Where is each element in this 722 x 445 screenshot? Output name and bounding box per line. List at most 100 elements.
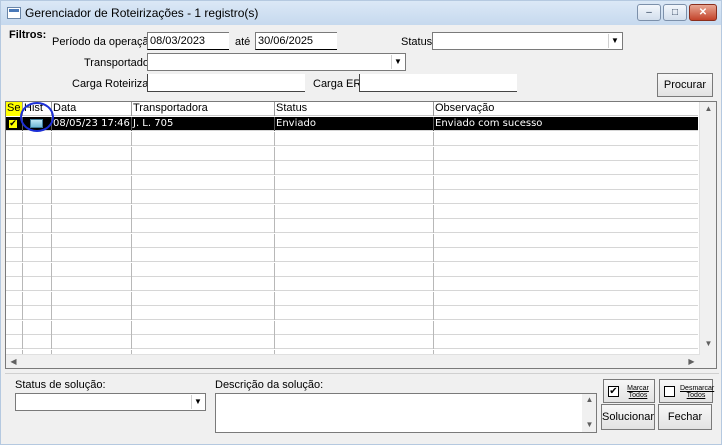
horizontal-scrollbar[interactable]: ◀ ▶ [6,354,700,368]
table-row[interactable] [6,277,698,291]
grid-cell [6,233,23,248]
status-solution-label: Status de solução: [15,379,106,391]
grid-cell [275,248,434,262]
vertical-scrollbar[interactable]: ▲ ▼ [699,102,716,368]
status-filter-label: Status: [401,36,436,48]
column-header-status[interactable]: Status [275,102,434,116]
date-cell: 08/05/23 17:46:00 [52,117,132,131]
deselect-all-toggle[interactable]: Desmarcar Todos [659,379,714,403]
table-row[interactable] [6,146,698,161]
grid-cell [52,146,132,161]
memo-scrollbar[interactable]: ▲ ▼ [582,394,596,432]
grid-cell [434,277,698,291]
grid-cell [434,219,698,233]
carrier-cell: J. L. 705 [132,117,275,131]
select-all-checkbox[interactable]: ✔ [608,386,619,397]
grid-cell [434,263,698,277]
column-header-data[interactable]: Data [52,102,132,116]
table-row[interactable] [6,291,698,306]
grid-cell [132,132,275,146]
carga-roteirizador-field[interactable] [147,74,305,92]
table-row[interactable] [6,175,698,190]
close-window-button[interactable]: ✕ [689,4,717,21]
grid-cell [132,277,275,291]
chevron-down-icon[interactable]: ▼ [191,395,204,409]
date-to-field[interactable]: 30/06/2025 [255,32,337,50]
grid-cell [6,306,23,320]
solve-button[interactable]: Solucionar [601,404,655,430]
select-cell[interactable]: ✔ [6,117,23,131]
grid-cell [6,335,23,349]
scroll-down-icon[interactable]: ▼ [701,339,716,348]
grid-cell [23,233,52,248]
grid-cell [434,234,698,248]
grid-cell [275,291,434,306]
chevron-down-icon[interactable]: ▼ [608,34,621,48]
grid-cell [52,204,132,219]
search-button[interactable]: Procurar [657,73,713,97]
table-row[interactable] [6,132,698,146]
grid-cell [6,248,23,262]
maximize-button[interactable]: □ [663,4,687,21]
grid-cell [23,161,52,175]
date-from-field[interactable]: 08/03/2023 [147,32,229,50]
grid-cell [275,306,434,320]
table-row[interactable]: ✔ 08/05/23 17:46:00 J. L. 705 Enviado En… [6,117,698,131]
table-row[interactable] [6,233,698,248]
grid-cell [275,262,434,277]
table-row[interactable] [6,190,698,204]
deselect-all-checkbox[interactable] [664,386,675,397]
grid-cell [6,175,23,190]
grid-cell [132,262,275,277]
scroll-down-icon[interactable]: ▼ [582,420,597,429]
chevron-down-icon[interactable]: ▼ [391,55,404,69]
status-solution-combo[interactable]: ▼ [15,393,206,411]
scroll-left-icon[interactable]: ◀ [6,357,21,366]
column-header-transportadora[interactable]: Transportadora [132,102,275,116]
table-row[interactable] [6,161,698,175]
scroll-right-icon[interactable]: ▶ [684,357,699,366]
table-row[interactable] [6,306,698,320]
carrier-combo[interactable]: ▼ [147,53,406,71]
grid-cell [434,306,698,320]
grid-cell [275,175,434,190]
column-header-hist[interactable]: Hist [23,102,52,116]
scroll-up-icon[interactable]: ▲ [701,104,716,113]
table-row[interactable] [6,204,698,219]
grid-cell [132,291,275,306]
grid-cell [23,146,52,161]
minimize-button[interactable]: – [637,4,661,21]
grid-cell [434,205,698,219]
grid-cell [434,292,698,306]
grid-cell [6,146,23,161]
grid-cell [52,291,132,306]
table-row[interactable] [6,320,698,335]
app-icon [7,7,21,19]
column-header-observacao[interactable]: Observação [434,102,698,116]
close-button[interactable]: Fechar [658,404,712,430]
hist-cell[interactable] [23,117,52,131]
table-row[interactable] [6,262,698,277]
grid-cell [434,248,698,262]
status-filter-combo[interactable]: ▼ [432,32,623,50]
table-row[interactable] [6,219,698,233]
ate-label: até [235,36,251,48]
carga-erp-field[interactable] [359,74,517,92]
grid-cell [434,190,698,204]
scroll-up-icon[interactable]: ▲ [582,395,597,404]
history-icon[interactable] [30,119,43,128]
grid-cell [52,219,132,233]
grid-cell [275,277,434,291]
grid-cell [275,219,434,233]
table-row[interactable] [6,248,698,262]
select-all-toggle[interactable]: ✔ Marcar Todos [603,379,655,403]
grid-cell [434,147,698,161]
grid-cell [132,146,275,161]
table-row[interactable] [6,335,698,349]
column-header-select[interactable]: Se [6,102,23,116]
grid-cell [23,219,52,233]
grid-cell [132,190,275,204]
row-checkbox[interactable]: ✔ [8,119,18,129]
description-memo[interactable]: ▲ ▼ [215,393,597,433]
grid-cell [52,248,132,262]
